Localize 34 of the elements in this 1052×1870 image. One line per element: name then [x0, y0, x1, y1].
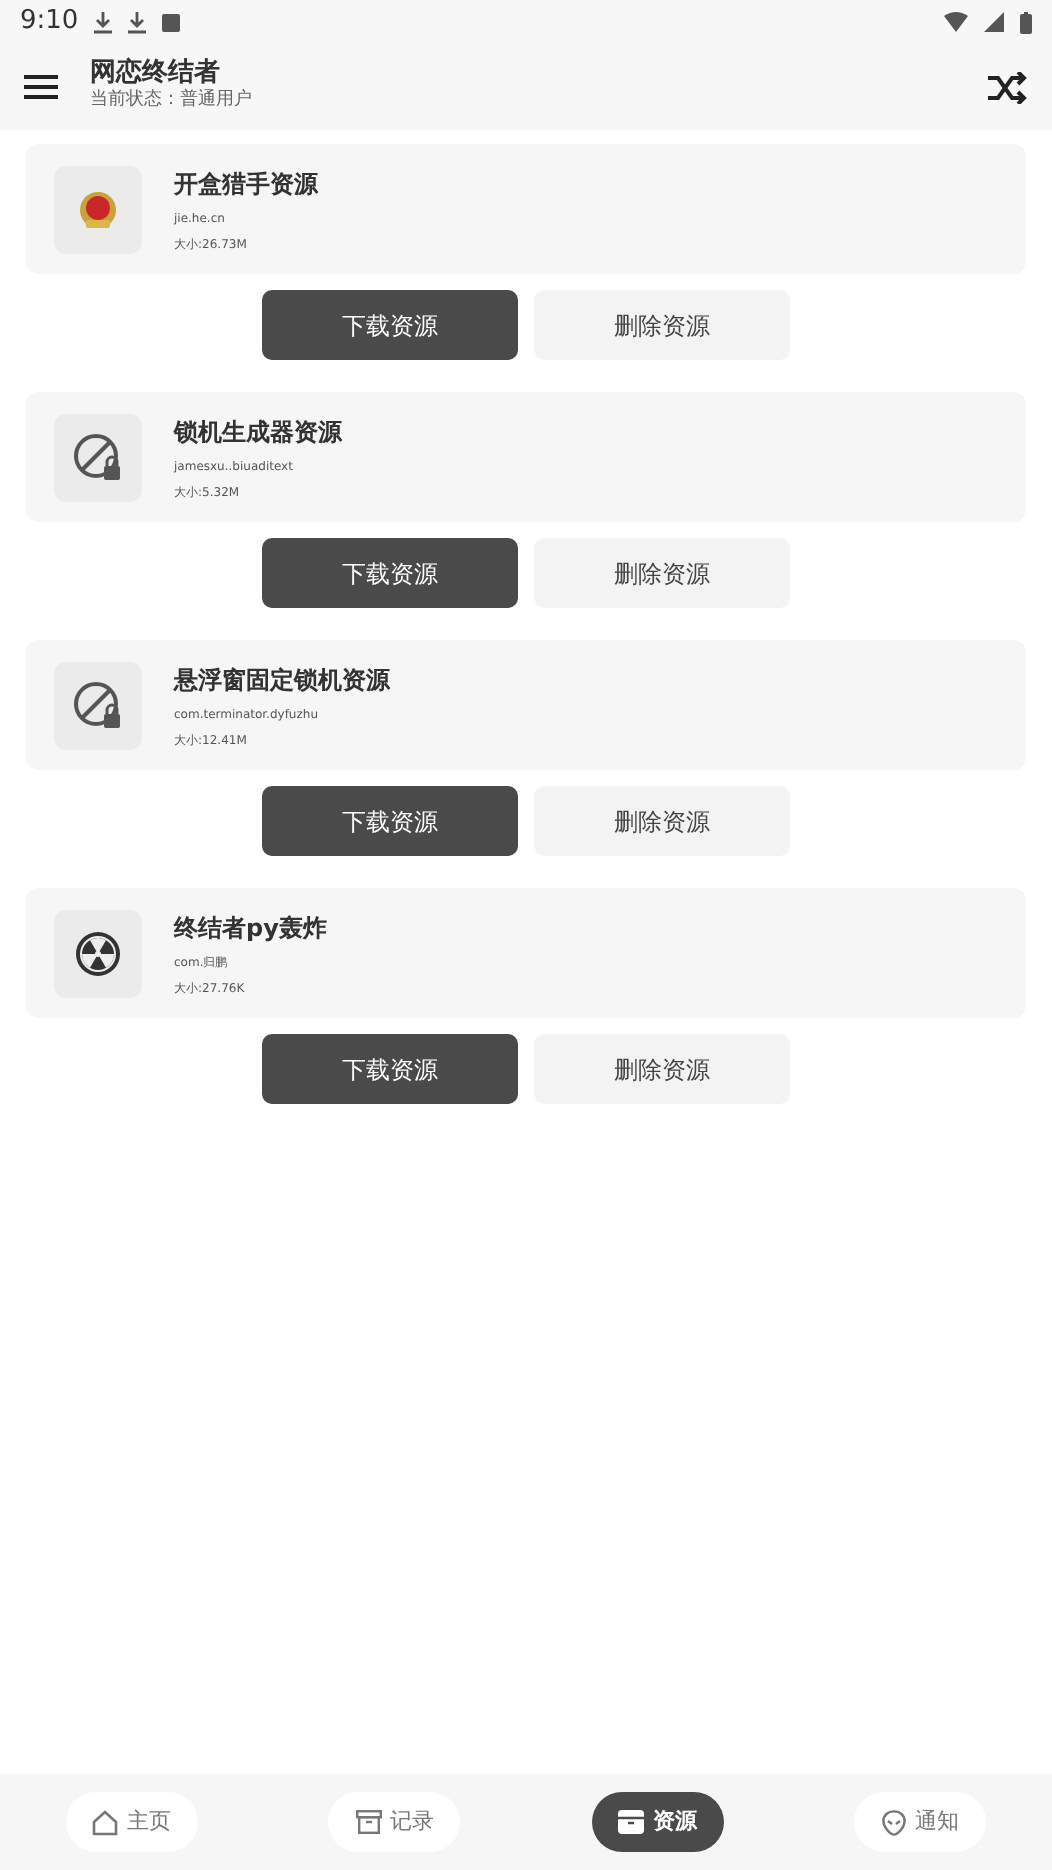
archive-icon [618, 1810, 645, 1834]
user-status: 当前状态：普通用户 [90, 87, 254, 114]
app-title: 网恋终结者 [90, 59, 222, 88]
nav-tab[interactable]: 资源 [591, 1792, 724, 1852]
nav-tab[interactable]: 主页 [65, 1792, 198, 1852]
nav-tab[interactable]: 记录 [328, 1792, 461, 1852]
archive-icon [355, 1810, 382, 1834]
resource-name: 锁机生成器资源 [174, 415, 342, 449]
nav-tab[interactable]: 通知 [854, 1792, 987, 1852]
home-icon [92, 1809, 119, 1835]
wifi-icon [944, 12, 968, 32]
delete-button[interactable]: 删除资源 [534, 786, 790, 856]
download-button[interactable]: 下载资源 [262, 1034, 518, 1104]
radiation-icon [74, 929, 122, 977]
battery-icon [1020, 11, 1032, 33]
download-button[interactable]: 下载资源 [262, 538, 518, 608]
alien-icon [882, 1809, 907, 1835]
download-button[interactable]: 下载资源 [262, 290, 518, 360]
download-icon [128, 11, 147, 33]
restricted-lock-icon [72, 679, 124, 731]
delete-button[interactable]: 删除资源 [534, 290, 790, 360]
status-time: 9:10 [20, 4, 79, 41]
delete-button[interactable]: 删除资源 [534, 538, 790, 608]
resource-name: 开盒猎手资源 [174, 167, 318, 201]
download-icon [94, 11, 113, 33]
resource-name: 终结者py轰炸 [174, 911, 327, 945]
app-notification-icon [162, 13, 181, 31]
delete-button[interactable]: 删除资源 [534, 1034, 790, 1104]
menu-icon[interactable] [24, 74, 58, 100]
download-button[interactable]: 下载资源 [262, 786, 518, 856]
signal-icon [984, 12, 1004, 32]
restricted-lock-icon [72, 431, 124, 483]
shuffle-icon[interactable] [988, 71, 1028, 103]
resource-name: 悬浮窗固定锁机资源 [174, 663, 390, 697]
